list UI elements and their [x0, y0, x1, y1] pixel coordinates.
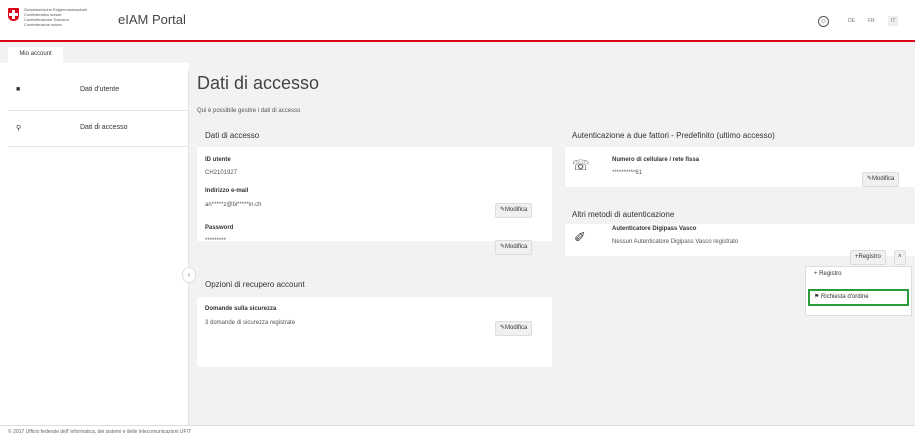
collapse-sidebar-icon[interactable]: ‹ — [182, 267, 196, 283]
digipass-token-icon: ✐ — [574, 229, 586, 245]
dropdown-item-label: Registro — [819, 271, 842, 277]
modify-questions-button[interactable]: ✎Modifica — [495, 321, 533, 336]
sidebar-item-access-data[interactable]: ⚲ Dati di accesso — [8, 110, 188, 147]
access-section-heading: Dati di accesso — [205, 131, 260, 140]
security-questions-value: 3 domande di sicurezza registrate — [205, 320, 296, 326]
language-it[interactable]: IT — [888, 16, 899, 26]
recovery-section-heading: Opzioni di recupero account — [205, 280, 305, 289]
password-label: Password — [205, 225, 234, 231]
security-questions-label: Domande sulla sicurezza — [205, 306, 277, 312]
modify-label: Modifica — [505, 244, 528, 250]
register-label: Registro — [858, 254, 881, 260]
user-avatar-icon[interactable]: ☺ — [818, 16, 829, 27]
phone-icon: ☏ — [572, 157, 590, 173]
page-subtitle: Qui è possibile gestire i dati di access… — [197, 108, 301, 114]
confederation-logo-text: Schweizerische Eidgenossenschaft Confédé… — [24, 7, 94, 27]
chevron-up-icon: ˄ — [898, 254, 902, 260]
phone-label: Numero di cellulare / rete fissa — [612, 157, 700, 163]
language-fr[interactable]: FR — [868, 18, 875, 24]
modify-label: Modifica — [872, 176, 895, 182]
modify-label: Modifica — [505, 325, 528, 331]
access-card — [197, 147, 552, 241]
page-title: Dati di accesso — [197, 73, 320, 93]
modify-label: Modifica — [505, 207, 528, 213]
sidebar-item-label: Dati d'utente — [80, 86, 120, 93]
digipass-value: Nessun Autenticatore Digipass Vasco regi… — [612, 239, 739, 245]
twofactor-section-heading: Autenticazione a due fattori - Predefini… — [572, 131, 775, 140]
dropdown-item-register[interactable]: + Registro — [814, 271, 842, 277]
portal-title: eIAM Portal — [118, 12, 186, 27]
key-icon: ⚲ — [16, 125, 22, 132]
modify-password-button[interactable]: ✎Modifica — [495, 240, 533, 255]
confederation-line: Confederaziun svizra — [24, 22, 62, 27]
modify-email-button[interactable]: ✎Modifica — [495, 203, 533, 218]
tab-bar — [0, 42, 915, 63]
dropdown-item-label: Richiesta d'ordine — [821, 294, 869, 300]
email-label: Indirizzo e-mail — [205, 188, 249, 194]
user-icon: ■ — [16, 86, 21, 93]
swiss-flag-icon — [8, 8, 19, 21]
user-id-label: ID utente — [205, 157, 231, 163]
footer-copyright: © 2017 Ufficio federale dell' informatic… — [8, 429, 191, 435]
password-value: ********* — [205, 238, 227, 244]
register-dropdown-toggle[interactable]: ˄ — [894, 250, 906, 265]
sidebar-item-user-data[interactable]: ■ Dati d'utente — [8, 73, 188, 108]
language-de[interactable]: DE — [848, 18, 855, 24]
flag-icon: ⚑ — [814, 294, 822, 300]
register-button[interactable]: +Registro — [850, 250, 886, 265]
dropdown-item-order-request[interactable]: ⚑ Richiesta d'ordine — [814, 293, 869, 300]
digipass-label: Autenticatore Digipass Vasco — [612, 226, 697, 232]
phone-value: **********61 — [612, 170, 643, 176]
other-methods-heading: Altri metodi di autenticazione — [572, 210, 675, 219]
tab-my-account[interactable]: Mio account — [8, 47, 63, 63]
user-id-value: CH2101927 — [205, 170, 238, 176]
sidebar-item-label: Dati di accesso — [80, 124, 128, 131]
modify-phone-button[interactable]: ✎Modifica — [862, 172, 900, 187]
email-value: an*****z@bi*****in.ch — [205, 202, 262, 208]
